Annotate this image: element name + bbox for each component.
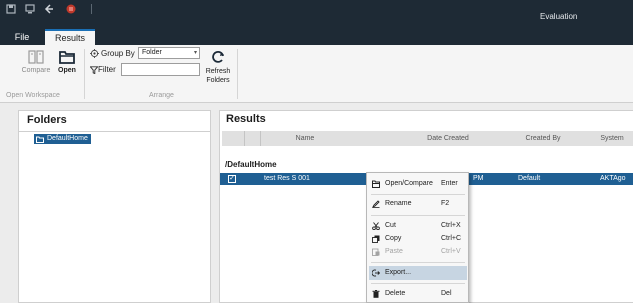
cell-date-created: PM — [473, 175, 484, 182]
folder-open-icon — [372, 180, 380, 188]
filter-icon — [90, 66, 98, 74]
paste-icon — [372, 248, 380, 256]
stop-icon[interactable] — [66, 4, 76, 14]
ribbon-separator — [84, 49, 85, 99]
cell-name: test Res S 001 — [264, 175, 310, 182]
menu-item-shortcut: Ctrl+C — [441, 235, 462, 242]
refresh-icon — [212, 51, 224, 63]
folder-tree: DefaultHome — [19, 131, 210, 303]
open-label: Open — [58, 67, 76, 74]
column-separator — [244, 131, 245, 146]
cell-system: AKTAgo — [600, 175, 626, 182]
copy-icon — [372, 235, 380, 243]
refresh-label-2: Folders — [206, 77, 230, 84]
menu-item-label: Export... — [385, 269, 412, 276]
menu-item-export[interactable]: Export... — [369, 266, 467, 280]
menu-item-shortcut: Enter — [441, 180, 458, 187]
folder-item-defaulthome[interactable]: DefaultHome — [34, 134, 91, 144]
toolbar-separator — [91, 4, 92, 14]
row-checkbox[interactable]: ✓ — [228, 175, 236, 183]
back-arrow-icon[interactable] — [44, 4, 54, 14]
ribbon: Compare Open Open Workspace Group By Fol… — [0, 45, 633, 103]
column-header-date-created[interactable]: Date Created — [410, 131, 486, 146]
menu-item-shortcut: Del — [441, 290, 452, 297]
folders-panel: Folders DefaultHome — [18, 110, 211, 303]
compare-button[interactable]: Compare — [20, 49, 52, 74]
group-by-select[interactable]: Folder ▾ — [138, 47, 200, 59]
menu-separator — [371, 283, 465, 284]
menu-item-copy[interactable]: Copy Ctrl+C — [369, 232, 467, 246]
compare-label: Compare — [21, 67, 51, 74]
group-by-value: Folder — [142, 49, 162, 56]
folder-icon — [36, 136, 44, 143]
folder-item-label: DefaultHome — [47, 135, 88, 142]
rename-icon — [372, 200, 380, 208]
group-label-arrange: Arrange — [149, 92, 174, 99]
compare-icon — [28, 50, 44, 64]
tab-results[interactable]: Results — [45, 29, 95, 45]
menu-item-paste[interactable]: Paste Ctrl+V — [369, 245, 467, 259]
group-by-label: Group By — [101, 49, 135, 58]
menu-item-delete[interactable]: Delete Del — [369, 287, 467, 301]
window-title: Evaluation — [540, 12, 578, 21]
menu-item-label: Paste — [385, 248, 403, 255]
menu-item-label: Copy — [385, 235, 402, 242]
disk-icon[interactable] — [6, 4, 16, 14]
column-header-system[interactable]: System — [587, 131, 633, 146]
scissors-icon — [372, 222, 380, 230]
menu-item-shortcut: Ctrl+X — [441, 222, 461, 229]
menu-item-label: Rename — [385, 200, 412, 207]
title-bar: Evaluation File Results — [0, 0, 633, 46]
trash-icon — [372, 290, 380, 298]
chevron-down-icon: ▾ — [193, 50, 197, 56]
menu-item-rename[interactable]: Rename F2 — [369, 197, 467, 211]
results-title: Results — [226, 113, 266, 125]
group-label: /DefaultHome — [225, 160, 277, 169]
refresh-label-1: Refresh — [205, 68, 231, 75]
filter-input[interactable] — [121, 63, 200, 76]
column-header-created-by[interactable]: Created By — [513, 131, 573, 146]
menu-item-shortcut: F2 — [441, 200, 450, 207]
menu-item-open-compare[interactable]: Open/Compare Enter — [369, 177, 467, 191]
filter-label: Filter — [98, 65, 116, 74]
folder-open-icon — [59, 51, 75, 64]
context-menu: Open/Compare Enter Rename F2 Cut Ctrl+X … — [366, 172, 469, 303]
export-icon — [372, 269, 380, 277]
menu-item-label: Open/Compare — [385, 180, 433, 187]
cell-created-by: Default — [518, 175, 541, 182]
monitor-icon[interactable] — [25, 4, 35, 14]
column-header-name[interactable]: Name — [260, 131, 350, 146]
menu-separator — [371, 215, 465, 216]
menu-item-label: Delete — [385, 290, 406, 297]
tab-file[interactable]: File — [9, 29, 35, 45]
group-label-open-workspace: Open Workspace — [6, 92, 60, 99]
menu-separator — [371, 194, 465, 195]
menu-item-label: Cut — [385, 222, 396, 229]
ribbon-separator — [237, 49, 238, 99]
refresh-folders-button[interactable]: Refresh Folders — [200, 49, 236, 85]
menu-separator — [371, 262, 465, 263]
folders-title: Folders — [27, 114, 67, 126]
group-by-icon — [90, 49, 99, 58]
open-button[interactable]: Open — [54, 49, 80, 74]
menu-item-cut[interactable]: Cut Ctrl+X — [369, 219, 467, 233]
results-table-header: Name Date Created Created By System — [222, 131, 633, 146]
menu-item-shortcut: Ctrl+V — [441, 248, 461, 255]
